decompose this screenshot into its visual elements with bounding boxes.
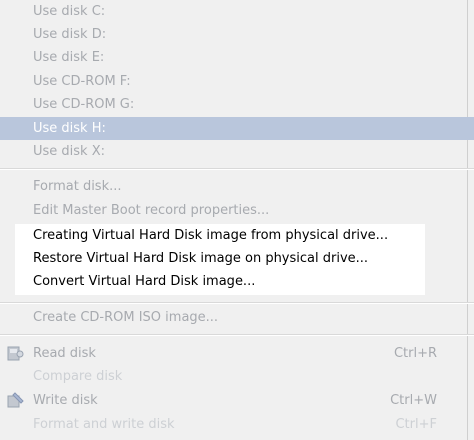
menu-item-label: Use disk E: [33,50,105,65]
menu-item-label: Use disk X: [33,144,106,159]
menu-item-use-cdrom-f[interactable]: Use CD-ROM F: [0,70,474,93]
menu-item-label: Use CD-ROM G: [33,97,135,112]
menu-item-label: Format disk... [33,179,122,194]
menu-separator-highlight [0,169,474,170]
menu-item-label: Use disk C: [33,4,106,19]
menu-item-use-disk-c[interactable]: Use disk C: [0,0,474,23]
menu-item-label: Edit Master Boot record properties... [33,203,270,218]
menu-item-restore-vhd-image[interactable]: Restore Virtual Hard Disk image on physi… [0,247,474,270]
menu-item-label: Restore Virtual Hard Disk image on physi… [33,251,369,266]
menu-item-create-cdrom-iso[interactable]: Create CD-ROM ISO image... [0,306,474,329]
menu-item-label: Read disk [33,346,96,361]
write-disk-icon [7,391,25,409]
context-menu: Use disk C: Use disk D: Use disk E: Use … [0,0,474,440]
menu-item-shortcut: Ctrl+W [390,393,437,408]
menu-item-convert-vhd-image[interactable]: Convert Virtual Hard Disk image... [0,270,474,293]
menu-item-read-disk[interactable]: Read disk Ctrl+R [0,342,474,365]
menu-item-use-disk-x[interactable]: Use disk X: [0,140,474,163]
menu-item-create-vhd-image[interactable]: Creating Virtual Hard Disk image from ph… [0,224,474,247]
menu-item-label: Use CD-ROM F: [33,74,131,89]
menu-item-label: Use disk H: [33,121,106,136]
menu-item-shortcut: Ctrl+R [393,346,437,361]
menu-item-compare-disk[interactable]: Compare disk [0,365,474,388]
menu-item-use-cdrom-g[interactable]: Use CD-ROM G: [0,93,474,116]
menu-item-label: Compare disk [33,369,123,384]
menu-item-shortcut: Ctrl+F [395,417,437,432]
menu-item-format-disk[interactable]: Format disk... [0,175,474,198]
menu-separator-highlight [0,335,474,336]
menu-item-label: Create CD-ROM ISO image... [33,310,219,325]
menu-item-edit-mbr-properties[interactable]: Edit Master Boot record properties... [0,199,474,222]
menu-item-use-disk-e[interactable]: Use disk E: [0,46,474,69]
read-disk-icon [7,344,25,362]
menu-item-label: Convert Virtual Hard Disk image... [33,274,256,289]
menu-separator-highlight [0,303,474,304]
menu-item-label: Use disk D: [33,27,107,42]
menu-item-write-disk[interactable]: Write disk Ctrl+W [0,389,474,412]
menu-item-use-disk-h[interactable]: Use disk H: [0,117,474,140]
menu-item-label: Write disk [33,393,98,408]
menu-item-label: Creating Virtual Hard Disk image from ph… [33,228,389,243]
menu-item-format-and-write-disk[interactable]: Format and write disk Ctrl+F [0,413,474,436]
menu-item-use-disk-d[interactable]: Use disk D: [0,23,474,46]
menu-item-label: Format and write disk [33,417,175,432]
